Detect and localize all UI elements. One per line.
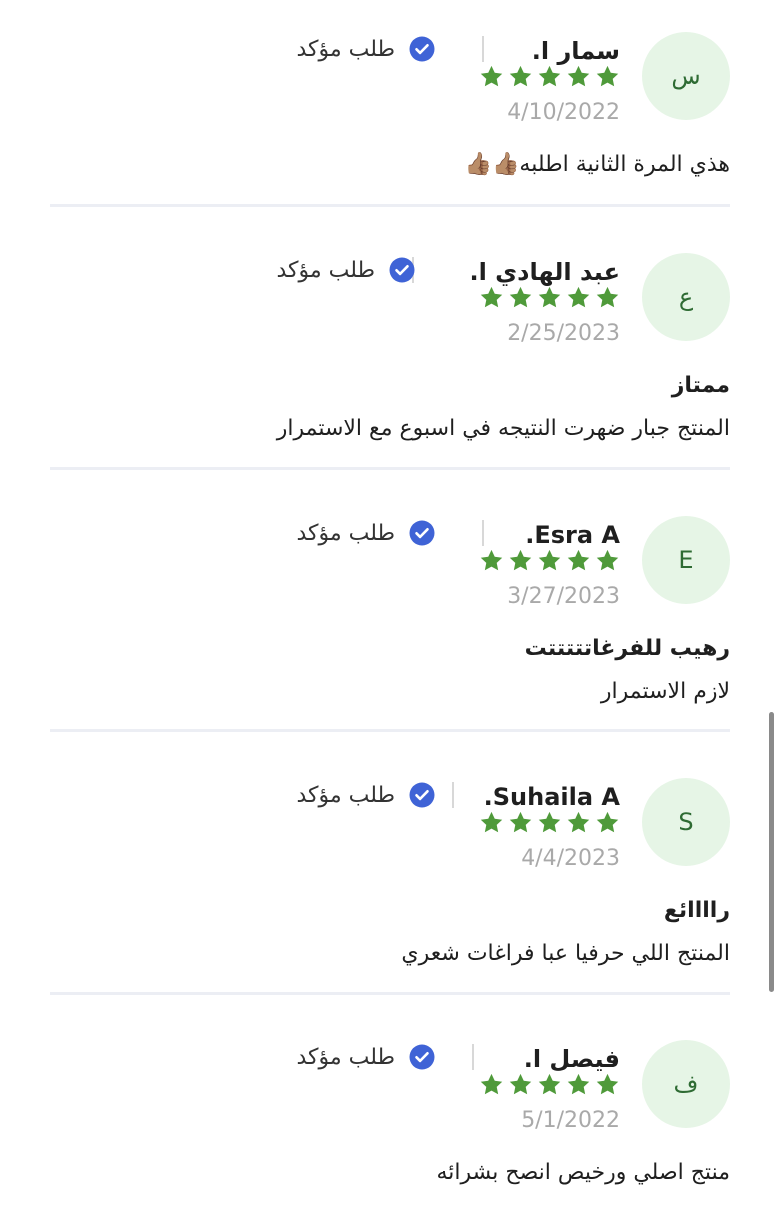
review-item: S Suhaila A. طلب مؤكد 4/4/2023 راااائع المنتج… [50, 778, 730, 966]
scrollbar[interactable] [769, 712, 774, 992]
star-icon [567, 65, 590, 87]
review-body: هذي المرة الثانية اطلبه👍🏽👍🏽 [464, 152, 730, 177]
star-icon [480, 811, 503, 833]
check-circle-icon [409, 1044, 435, 1070]
review-item: ف فيصل ا. طلب مؤكد 5/1/2022 منتج اصلي ورخيص … [50, 1040, 730, 1210]
star-icon [596, 549, 619, 571]
star-icon [480, 1073, 503, 1095]
avatar: E [642, 516, 730, 604]
review-separator [50, 992, 730, 995]
star-icon [538, 65, 561, 87]
star-icon [509, 549, 532, 571]
star-icon [596, 65, 619, 87]
verified-badge: طلب مؤكد [296, 1040, 435, 1074]
star-rating [479, 64, 620, 89]
star-icon [509, 1073, 532, 1095]
review-separator [50, 729, 730, 732]
review-body: المنتج اللي حرفيا عبا فراغات شعري [401, 941, 730, 966]
review-item: س سمار ا. طلب مؤكد 4/10/2022 هذي المرة الثان… [50, 32, 730, 202]
check-circle-icon [409, 782, 435, 808]
verified-badge: طلب مؤكد [276, 253, 415, 287]
review-body: المنتج جبار ضهرت النتيجه في اسبوع مع الا… [276, 416, 730, 441]
review-body: لازم الاستمرار [600, 679, 730, 704]
avatar: ف [642, 1040, 730, 1128]
review-date: 5/1/2022 [521, 1108, 620, 1133]
review-item: ع عبد الهادي ا. طلب مؤكد 2/25/2023 ممتاز المن… [50, 253, 730, 441]
star-rating [479, 810, 620, 835]
verified-label: طلب مؤكد [296, 36, 395, 62]
star-icon [596, 811, 619, 833]
review-item: E Esra A. طلب مؤكد 3/27/2023 رهيب للفرغاتتتت… [50, 516, 730, 704]
check-circle-icon [389, 257, 415, 283]
star-icon [509, 811, 532, 833]
avatar: ع [642, 253, 730, 341]
check-circle-icon [409, 520, 435, 546]
review-date: 4/10/2022 [507, 100, 620, 125]
verified-badge: طلب مؤكد [296, 778, 435, 812]
star-icon [480, 286, 503, 308]
review-date: 4/4/2023 [521, 846, 620, 871]
star-icon [538, 1073, 561, 1095]
star-icon [538, 549, 561, 571]
review-title: راااائع [663, 898, 730, 923]
name-divider [472, 1044, 474, 1070]
verified-badge: طلب مؤكد [296, 32, 435, 66]
verified-badge: طلب مؤكد [296, 516, 435, 550]
review-body: منتج اصلي ورخيص انصح بشرائه [436, 1160, 730, 1185]
star-icon [480, 65, 503, 87]
review-date: 3/27/2023 [507, 584, 620, 609]
verified-label: طلب مؤكد [296, 782, 395, 808]
review-date: 2/25/2023 [507, 321, 620, 346]
review-separator [50, 204, 730, 207]
star-rating [479, 548, 620, 573]
name-divider [452, 782, 454, 808]
star-icon [596, 286, 619, 308]
star-icon [509, 286, 532, 308]
name-divider [482, 36, 484, 62]
review-separator [50, 467, 730, 470]
review-title: ممتاز [671, 373, 730, 398]
star-icon [567, 549, 590, 571]
name-divider [482, 520, 484, 546]
verified-label: طلب مؤكد [296, 1044, 395, 1070]
check-circle-icon [409, 36, 435, 62]
star-icon [567, 286, 590, 308]
verified-label: طلب مؤكد [276, 257, 375, 283]
review-title: رهيب للفرغاتتتتتت [524, 636, 730, 661]
reviews-list: س سمار ا. طلب مؤكد 4/10/2022 هذي المرة الثان… [0, 0, 780, 1200]
star-icon [538, 286, 561, 308]
star-icon [538, 811, 561, 833]
star-icon [596, 1073, 619, 1095]
star-icon [567, 811, 590, 833]
avatar: س [642, 32, 730, 120]
star-icon [509, 65, 532, 87]
star-icon [480, 549, 503, 571]
star-icon [567, 1073, 590, 1095]
star-rating [479, 1072, 620, 1097]
verified-label: طلب مؤكد [296, 520, 395, 546]
avatar: S [642, 778, 730, 866]
star-rating [479, 285, 620, 310]
